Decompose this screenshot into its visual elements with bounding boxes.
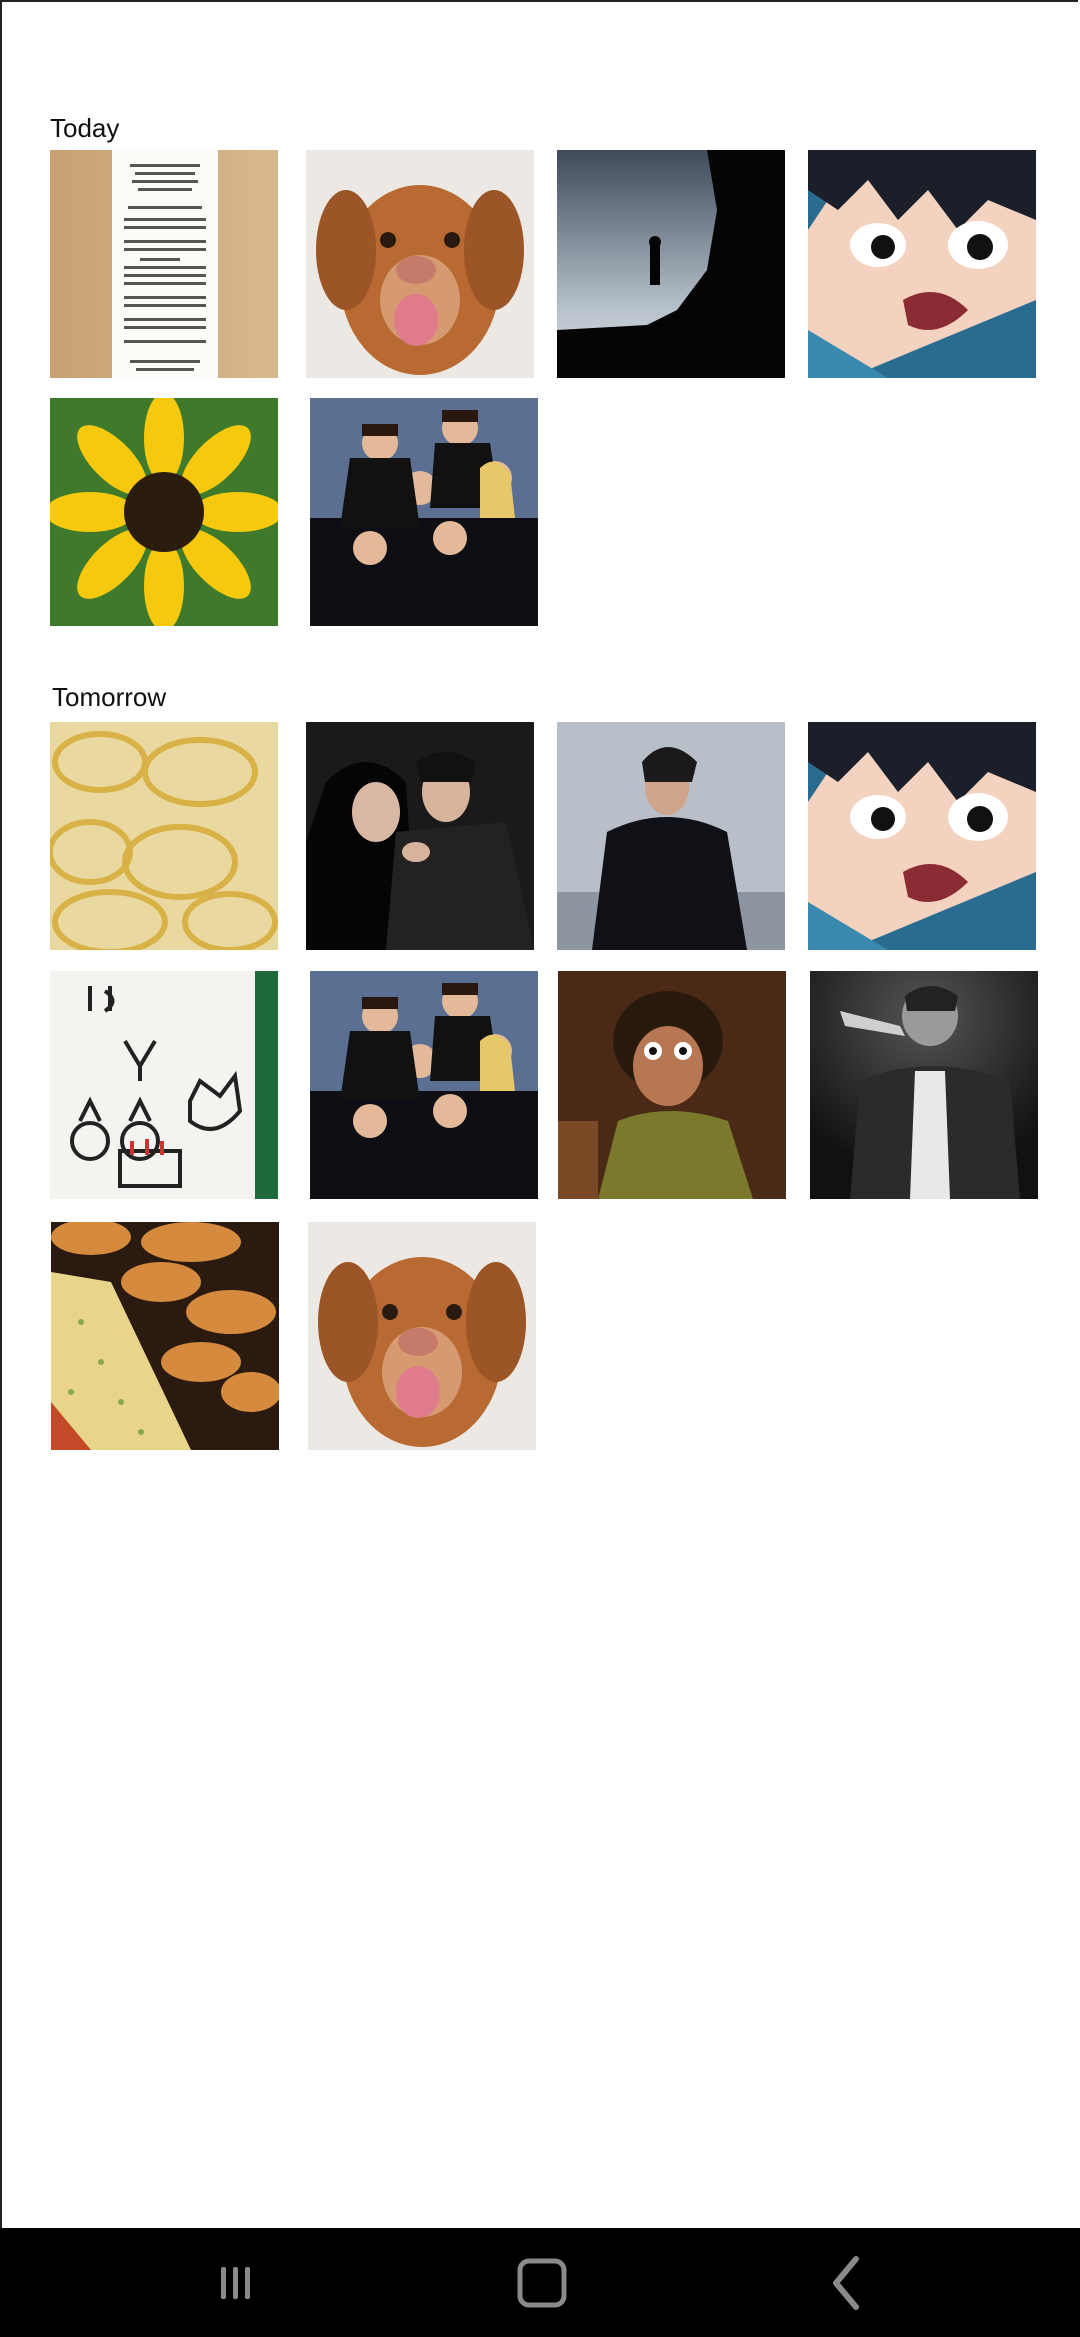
home-icon <box>517 2258 567 2307</box>
photo-animated-boy[interactable] <box>558 971 786 1199</box>
photo-pastries[interactable] <box>51 1222 279 1450</box>
photo-singer[interactable] <box>810 971 1038 1199</box>
photo-man-portrait[interactable] <box>557 722 785 950</box>
home-button[interactable] <box>482 2228 602 2337</box>
photo-sunflower[interactable] <box>50 398 278 626</box>
photo-silhouette[interactable] <box>557 150 785 378</box>
photo-receipt[interactable] <box>50 150 278 378</box>
photo-couple[interactable] <box>306 722 534 950</box>
back-icon <box>833 2255 859 2310</box>
section-title-today: Today <box>50 113 120 143</box>
recent-apps-icon <box>221 2266 250 2299</box>
photo-friends-group[interactable] <box>310 398 538 626</box>
photo-anime-boy[interactable] <box>808 150 1036 378</box>
photo-pasta[interactable] <box>50 722 278 950</box>
photo-dog[interactable] <box>308 1222 536 1450</box>
back-button[interactable] <box>786 2228 906 2337</box>
photo-friends-group[interactable] <box>310 971 538 1199</box>
photo-birthday-card[interactable] <box>50 971 278 1199</box>
photo-dog[interactable] <box>306 150 534 378</box>
photo-anime-boy[interactable] <box>808 722 1036 950</box>
recent-apps-button[interactable] <box>175 2228 295 2337</box>
section-title-tomorrow: Tomorrow <box>52 682 167 712</box>
system-navigation-bar <box>0 2228 1080 2337</box>
